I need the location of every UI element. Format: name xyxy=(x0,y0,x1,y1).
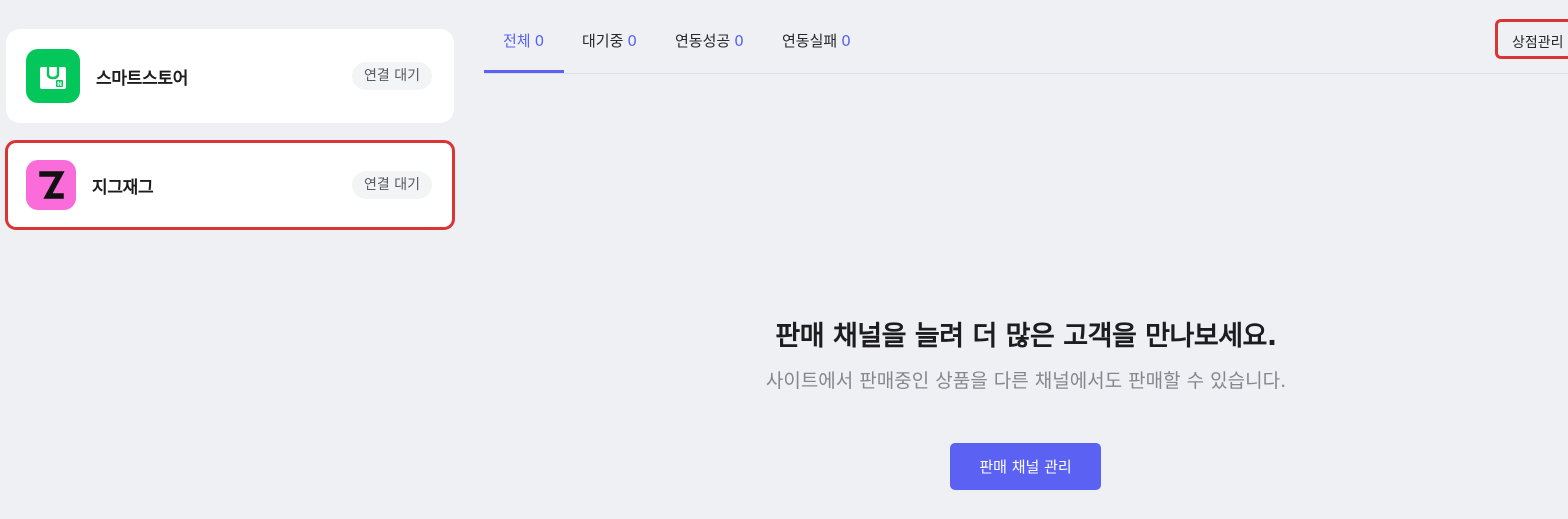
store-manage-button[interactable]: 상점관리 xyxy=(1495,19,1568,59)
tab-count: 0 xyxy=(534,32,545,50)
empty-state-subtitle: 사이트에서 판매중인 상품을 다른 채널에서도 판매할 수 있습니다. xyxy=(765,370,1287,392)
status-tab-bar: 전체 0 대기중 0 연동성공 0 연동실패 0 xyxy=(484,0,1568,74)
svg-text:N: N xyxy=(57,81,62,88)
smartstore-bag-icon: N xyxy=(26,49,80,103)
manage-sales-channel-button[interactable]: 판매 채널 관리 xyxy=(950,443,1101,490)
tab-waiting[interactable]: 대기중 0 xyxy=(582,30,637,51)
channel-name: 지그재그 xyxy=(92,177,154,198)
tab-label: 연동실패 xyxy=(782,32,838,50)
channel-card-zigzag[interactable]: 지그재그 연결 대기 xyxy=(5,140,455,230)
tab-success[interactable]: 연동성공 0 xyxy=(675,30,744,51)
tab-label: 연동성공 xyxy=(675,32,731,50)
tab-label: 대기중 xyxy=(582,32,624,50)
empty-state-title: 판매 채널을 늘려 더 많은 고객을 만나보세요. xyxy=(775,321,1277,352)
tab-label: 전체 xyxy=(503,32,531,50)
tab-count: 0 xyxy=(627,32,637,50)
status-badge: 연결 대기 xyxy=(352,171,432,199)
tab-count: 0 xyxy=(734,32,744,50)
tab-failed[interactable]: 연동실패 0 xyxy=(782,30,851,51)
tab-all[interactable]: 전체 0 xyxy=(503,30,544,51)
channel-card-smartstore[interactable]: N 스마트스토어 연결 대기 xyxy=(6,29,454,123)
active-tab-indicator xyxy=(484,70,564,73)
tab-count: 0 xyxy=(841,32,851,50)
status-badge: 연결 대기 xyxy=(352,62,432,90)
zigzag-z-icon xyxy=(26,160,76,210)
channel-name: 스마트스토어 xyxy=(96,68,189,89)
